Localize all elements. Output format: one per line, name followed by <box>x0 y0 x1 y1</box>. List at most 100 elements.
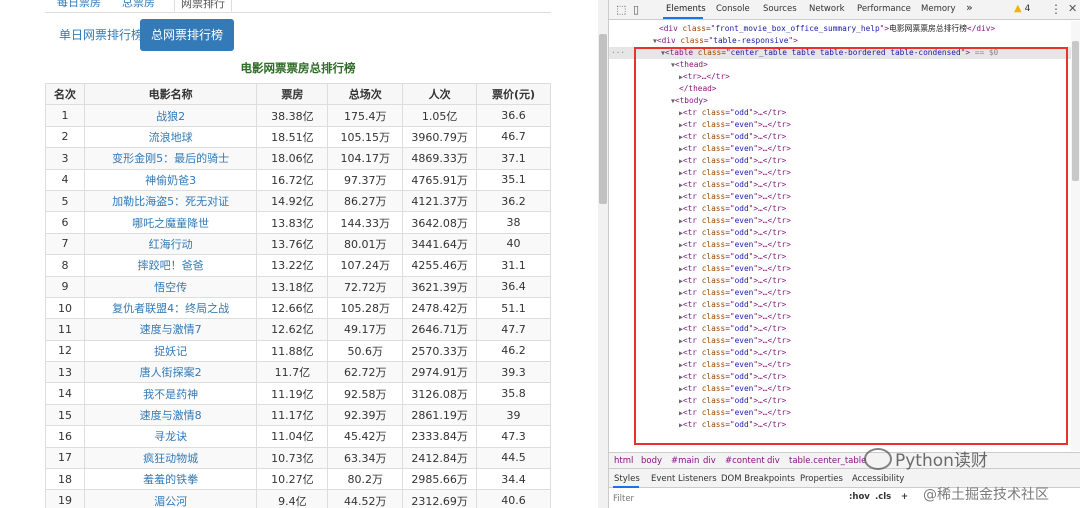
breadcrumb-div-1[interactable]: div <box>703 456 716 466</box>
dom-breadcrumbs: html body #main div #content div table.c… <box>609 452 1080 468</box>
movie-title-link[interactable]: 加勒比海盗5：死无对证 <box>83 189 258 213</box>
column-header-rank: 名次 <box>45 82 85 106</box>
movie-title-link[interactable]: 神偷奶爸3 <box>83 168 258 191</box>
table-row: 19 湄公河 9.4亿 44.52万 2312.69万 40.6 <box>45 489 551 508</box>
tab-accessibility[interactable]: Accessibility <box>852 474 904 484</box>
tab-network[interactable]: Network <box>809 4 845 14</box>
class-toggle-button[interactable]: .cls <box>875 492 891 502</box>
movie-title-link[interactable]: 速度与激情8 <box>83 403 258 427</box>
breadcrumb-html[interactable]: html <box>614 456 633 466</box>
kebab-menu-icon[interactable]: ⋮ <box>1050 2 1062 16</box>
ticket-price-cell: 31.1 <box>476 254 551 277</box>
ticket-price-cell: 40 <box>476 232 551 256</box>
tab-total-box-office[interactable]: 总票房 <box>122 0 155 12</box>
attendance-cell: 2974.91万 <box>402 361 478 384</box>
table-body: 1 战狼2 38.38亿 175.4万 1.05亿 36.6 2 流浪地球 18.51亿 105.… <box>45 104 551 508</box>
attendance-cell: 2861.19万 <box>402 403 478 427</box>
box-office-cell: 11.88亿 <box>256 339 329 363</box>
dom-line-table-responsive[interactable]: ▼<div class="table-responsive"> <box>653 35 1080 47</box>
hover-state-button[interactable]: :hov <box>849 492 870 502</box>
movie-title-link[interactable]: 红海行动 <box>83 232 258 256</box>
tab-performance[interactable]: Performance <box>857 4 911 14</box>
tab-console[interactable]: Console <box>716 4 750 14</box>
movie-title-link[interactable]: 悟空传 <box>83 275 258 298</box>
total-online-rank-button[interactable]: 总网票排行榜 <box>140 19 235 51</box>
tab-sources[interactable]: Sources <box>763 4 797 14</box>
ticket-price-cell: 35.8 <box>476 382 551 405</box>
movie-title-link[interactable]: 湄公河 <box>83 489 258 508</box>
box-office-table: 名次 电影名称 票房 总场次 人次 票价(元) 1 战狼2 38.38亿 175.4万… <box>45 82 551 508</box>
attendance-cell: 3621.39万 <box>402 275 478 298</box>
movie-title-link[interactable]: 速度与激情7 <box>83 318 258 341</box>
movie-title-link[interactable]: 复仇者联盟4：终局之战 <box>83 296 258 320</box>
screenings-cell: 80.2万 <box>327 468 404 491</box>
styles-filter-input[interactable] <box>613 492 833 505</box>
ticket-price-cell: 40.6 <box>476 489 551 508</box>
table-row: 7 红海行动 13.76亿 80.01万 3441.64万 40 <box>45 232 551 256</box>
tab-memory[interactable]: Memory <box>921 4 956 14</box>
movie-title-link[interactable]: 羞羞的铁拳 <box>83 468 258 491</box>
tab-online-ticket-rank[interactable]: 网票排行 <box>174 0 232 12</box>
inspect-element-icon[interactable]: ⬚ <box>616 3 626 16</box>
table-row: 18 羞羞的铁拳 10.27亿 80.2万 2985.66万 34.4 <box>45 468 551 491</box>
movie-title-link[interactable]: 唐人街探案2 <box>83 361 258 384</box>
new-rule-button[interactable]: + <box>901 492 908 502</box>
box-office-cell: 11.17亿 <box>256 403 329 427</box>
movie-title-link[interactable]: 哪吒之魔童降世 <box>83 211 258 234</box>
warning-counter[interactable]: ▲ 4 <box>1014 3 1030 14</box>
rank-cell: 14 <box>45 382 85 405</box>
screenings-cell: 104.17万 <box>327 147 404 170</box>
box-office-cell: 11.7亿 <box>256 361 329 384</box>
tab-daily-box-office[interactable]: 每日票房 <box>57 0 101 12</box>
ticket-price-cell: 35.1 <box>476 168 551 191</box>
tab-styles[interactable]: Styles <box>614 474 640 484</box>
movie-title-link[interactable]: 战狼2 <box>83 104 258 127</box>
tab-dom-breakpoints[interactable]: DOM Breakpoints <box>721 474 795 484</box>
movie-title-link[interactable]: 摔跤吧！爸爸 <box>83 254 258 277</box>
table-row: 14 我不是药神 11.19亿 92.58万 3126.08万 35.8 <box>45 382 551 405</box>
breadcrumb-body[interactable]: body <box>641 456 662 466</box>
movie-title-link[interactable]: 捉妖记 <box>83 339 258 363</box>
ellipsis-icon[interactable]: ··· <box>611 47 625 59</box>
movie-title-link[interactable]: 我不是药神 <box>83 382 258 405</box>
breadcrumb-content[interactable]: #content <box>725 456 765 466</box>
movie-title-link[interactable]: 变形金刚5：最后的骑士 <box>83 147 258 170</box>
ticket-price-cell: 36.2 <box>476 189 551 213</box>
ticket-price-cell: 47.3 <box>476 425 551 448</box>
daily-online-rank-button[interactable]: 单日网票排行榜 <box>48 19 154 51</box>
screenings-cell: 86.27万 <box>327 189 404 213</box>
tab-elements[interactable]: Elements <box>666 4 706 14</box>
dom-line-help-div[interactable]: <div class="front_movie_box_office_summa… <box>659 23 1080 35</box>
page-scrollbar-thumb[interactable] <box>599 34 607 204</box>
attendance-cell: 3642.08万 <box>402 211 478 234</box>
screenings-cell: 107.24万 <box>327 254 404 277</box>
attendance-cell: 2985.66万 <box>402 468 478 491</box>
breadcrumb-table[interactable]: table.center_table <box>789 456 866 466</box>
device-toolbar-icon[interactable]: ▯ <box>633 3 639 16</box>
rank-cell: 16 <box>45 425 85 448</box>
rank-cell: 19 <box>45 489 85 508</box>
rank-cell: 2 <box>45 125 85 149</box>
table-row: 8 摔跤吧！爸爸 13.22亿 107.24万 4255.46万 31.1 <box>45 254 551 277</box>
attendance-cell: 2412.84万 <box>402 446 478 470</box>
rank-cell: 7 <box>45 232 85 256</box>
page-scrollbar[interactable] <box>598 0 608 508</box>
close-icon[interactable]: ✕ <box>1068 2 1077 15</box>
attendance-cell: 4121.37万 <box>402 189 478 213</box>
ticket-price-cell: 51.1 <box>476 296 551 320</box>
elements-scrollbar-thumb[interactable] <box>1072 41 1079 181</box>
table-row: 4 神偷奶爸3 16.72亿 97.37万 4765.91万 35.1 <box>45 168 551 191</box>
breadcrumb-main[interactable]: #main <box>671 456 699 466</box>
more-tabs-button[interactable]: » <box>966 1 973 14</box>
elements-scrollbar[interactable] <box>1071 21 1080 451</box>
tab-properties[interactable]: Properties <box>800 474 843 484</box>
tab-event-listeners[interactable]: Event Listeners <box>651 474 717 484</box>
table-row: 10 复仇者联盟4：终局之战 12.66亿 105.28万 2478.42万 51.1 <box>45 296 551 320</box>
box-office-cell: 13.22亿 <box>256 254 329 277</box>
table-row: 13 唐人街探案2 11.7亿 62.72万 2974.91万 39.3 <box>45 361 551 384</box>
breadcrumb-div-2[interactable]: div <box>767 456 780 466</box>
movie-title-link[interactable]: 寻龙诀 <box>83 425 258 448</box>
movie-title-link[interactable]: 流浪地球 <box>83 125 258 149</box>
box-office-cell: 12.66亿 <box>256 296 329 320</box>
movie-title-link[interactable]: 疯狂动物城 <box>83 446 258 470</box>
